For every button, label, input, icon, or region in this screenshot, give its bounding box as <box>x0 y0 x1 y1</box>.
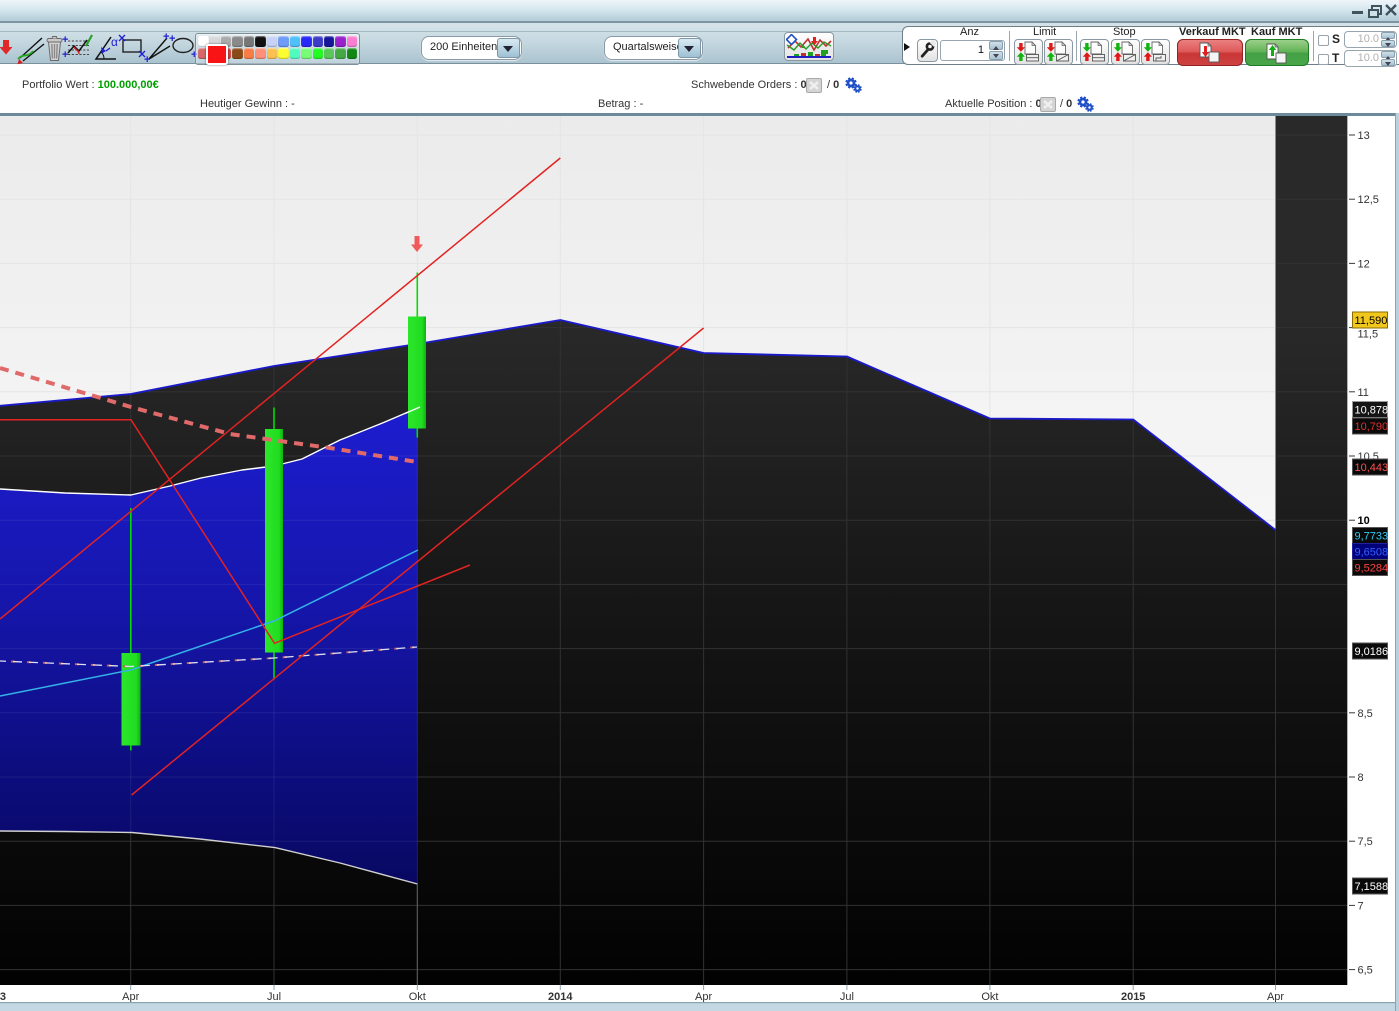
svg-text:13: 13 <box>1358 130 1370 142</box>
svg-text:10,790: 10,790 <box>1355 421 1389 433</box>
svg-text:11,5: 11,5 <box>1358 329 1379 341</box>
svg-text:9,6508: 9,6508 <box>1355 547 1389 559</box>
svg-text:α: α <box>111 35 118 49</box>
svg-text:+: + <box>62 34 68 46</box>
svg-text:+: + <box>62 49 68 61</box>
svg-text:10,878: 10,878 <box>1355 405 1389 417</box>
svg-text:7,5: 7,5 <box>1358 836 1373 848</box>
svg-text:8: 8 <box>1358 772 1364 784</box>
svg-text:6,5: 6,5 <box>1358 965 1373 977</box>
svg-text:7,1588: 7,1588 <box>1355 881 1389 893</box>
svg-text:Apr: Apr <box>695 991 712 1003</box>
svg-text:2014: 2014 <box>548 991 573 1003</box>
svg-text:2015: 2015 <box>1121 991 1145 1003</box>
svg-text:7: 7 <box>1358 900 1364 912</box>
svg-text:+: + <box>144 54 150 66</box>
svg-text:8,5: 8,5 <box>1358 708 1373 720</box>
svg-text:9,5284: 9,5284 <box>1355 563 1389 575</box>
svg-text:2013: 2013 <box>0 991 6 1003</box>
svg-text:Jul: Jul <box>840 991 854 1003</box>
svg-text:11: 11 <box>1358 387 1369 399</box>
svg-text:Jul: Jul <box>267 991 281 1003</box>
svg-text:+: + <box>169 33 175 45</box>
svg-text:10: 10 <box>1358 515 1370 527</box>
svg-text:Okt: Okt <box>981 991 998 1003</box>
svg-text:11,590: 11,590 <box>1355 315 1388 327</box>
svg-text:9,7733: 9,7733 <box>1355 531 1389 543</box>
svg-text:Apr: Apr <box>122 991 139 1003</box>
svg-text:12,5: 12,5 <box>1358 194 1379 206</box>
svg-text:Okt: Okt <box>409 991 426 1003</box>
svg-text:9,0186: 9,0186 <box>1355 646 1389 658</box>
svg-text:10,443: 10,443 <box>1355 462 1389 474</box>
svg-text:12: 12 <box>1358 258 1370 270</box>
svg-text:Apr: Apr <box>1267 991 1284 1003</box>
